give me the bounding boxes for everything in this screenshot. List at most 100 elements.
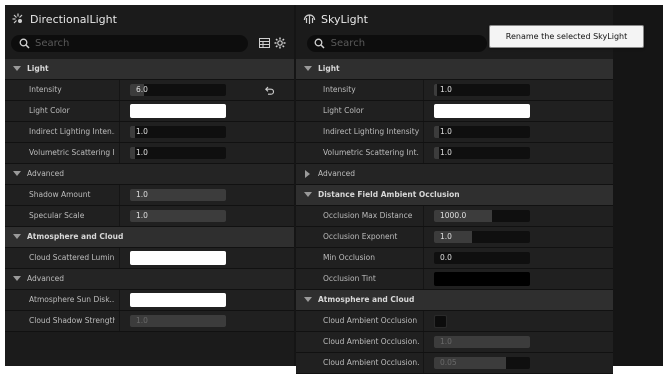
numeric-value-field[interactable]: 1.0 — [434, 336, 530, 348]
numeric-value-field[interactable]: 1000.0 — [434, 210, 530, 222]
directional-light-icon — [11, 12, 25, 26]
category-header[interactable]: Atmosphere and Cloud — [5, 227, 294, 248]
column-divider — [423, 332, 424, 352]
search-input[interactable] — [35, 38, 195, 49]
property-label: Occlusion Tint — [323, 274, 376, 283]
panel-title: SkyLight — [302, 9, 368, 29]
numeric-value: 1000.0 — [440, 211, 467, 220]
search-field[interactable] — [307, 35, 487, 52]
property-label: Cloud Scattered Lumin... — [29, 253, 115, 262]
property-label: Occlusion Exponent — [323, 232, 398, 241]
property-row: Cloud Ambient Occlusion — [296, 311, 613, 332]
numeric-value-field[interactable]: 1.0 — [130, 189, 226, 201]
numeric-value-field[interactable]: 0.05 — [434, 357, 530, 369]
chevron-down-icon[interactable] — [13, 234, 21, 239]
property-label: Indirect Lighting Intensity — [323, 127, 419, 136]
chevron-down-icon[interactable] — [304, 192, 312, 197]
column-divider — [423, 122, 424, 142]
category-header[interactable]: Light — [5, 59, 294, 80]
search-icon — [313, 37, 327, 51]
category-label: Advanced — [27, 274, 65, 283]
details-window: DirectionalLight Light Intensity 6.0 Light … — [5, 5, 663, 374]
reset-arrow-icon[interactable] — [263, 83, 277, 97]
property-label: Cloud Ambient Occlusion — [323, 316, 418, 325]
column-divider — [119, 290, 120, 310]
category-label: Light — [318, 64, 340, 73]
panel-title-label: SkyLight — [321, 12, 368, 26]
numeric-value: 1.0 — [440, 127, 452, 136]
chevron-down-icon[interactable] — [13, 171, 21, 176]
table-view-icon[interactable] — [257, 36, 271, 50]
chevron-down-icon[interactable] — [13, 66, 21, 71]
sky-light-icon — [302, 12, 316, 26]
numeric-value-field[interactable]: 1.0 — [130, 210, 226, 222]
chevron-down-icon[interactable] — [13, 276, 21, 281]
property-label: Cloud Ambient Occlusion... — [323, 337, 419, 346]
subcategory-header[interactable]: Advanced — [5, 164, 294, 185]
search-icon — [17, 37, 31, 51]
property-row: Indirect Lighting Inten... 1.0 — [5, 122, 294, 143]
property-label: Light Color — [29, 106, 70, 115]
numeric-value: 1.0 — [136, 211, 148, 220]
numeric-value: 1.0 — [440, 232, 452, 241]
property-label: Occlusion Max Distance — [323, 211, 413, 220]
numeric-value-field[interactable]: 1.0 — [434, 126, 530, 138]
property-row: Cloud Ambient Occlusion... 0.05 — [296, 353, 613, 374]
color-swatch[interactable] — [434, 272, 530, 286]
column-divider — [119, 185, 120, 205]
numeric-value-field[interactable]: 1.0 — [130, 147, 226, 159]
numeric-value: 1.0 — [136, 316, 148, 325]
chevron-down-icon[interactable] — [304, 66, 312, 71]
subcategory-header[interactable]: Advanced — [5, 269, 294, 290]
search-field[interactable] — [11, 35, 248, 52]
property-label: Shadow Amount — [29, 190, 91, 199]
property-row: Indirect Lighting Intensity 1.0 — [296, 122, 613, 143]
column-divider — [423, 248, 424, 268]
property-label: Volumetric Scattering I... — [29, 148, 115, 157]
numeric-value: 1.0 — [440, 85, 452, 94]
color-swatch[interactable] — [130, 104, 226, 118]
color-swatch[interactable] — [130, 251, 226, 265]
category-header[interactable]: Atmosphere and Cloud — [296, 290, 613, 311]
checkbox[interactable] — [434, 315, 447, 328]
column-divider — [119, 248, 120, 268]
property-row: Min Occlusion 0.0 — [296, 248, 613, 269]
property-row: Occlusion Tint — [296, 269, 613, 290]
value-slider-fill — [434, 126, 439, 138]
value-slider-fill — [434, 84, 437, 96]
color-swatch[interactable] — [434, 104, 530, 118]
subcategory-header[interactable]: Advanced — [296, 164, 613, 185]
numeric-value: 1.0 — [440, 337, 452, 346]
property-row: Cloud Shadow Strength 1.0 — [5, 311, 294, 332]
property-row: Intensity 6.0 — [5, 80, 294, 101]
column-divider — [423, 206, 424, 226]
numeric-value-field[interactable]: 1.0 — [130, 315, 226, 327]
category-label: Light — [27, 64, 49, 73]
numeric-value-field[interactable]: 1.0 — [434, 147, 530, 159]
property-label: Indirect Lighting Inten... — [29, 127, 115, 136]
directional-light-details-panel: DirectionalLight Light Intensity 6.0 Light … — [5, 5, 294, 366]
chevron-down-icon[interactable] — [304, 297, 312, 302]
property-label: Atmosphere Sun Disk... — [29, 295, 115, 304]
search-input[interactable] — [330, 38, 487, 49]
category-header[interactable]: Distance Field Ambient Occlusion — [296, 185, 613, 206]
gear-icon[interactable] — [273, 36, 287, 50]
numeric-value-field[interactable]: 0.0 — [434, 252, 530, 264]
property-row: Volumetric Scattering I... 1.0 — [5, 143, 294, 164]
category-label: Distance Field Ambient Occlusion — [318, 190, 460, 199]
property-row: Volumetric Scattering Int... 1.0 — [296, 143, 613, 164]
numeric-value-field[interactable]: 6.0 — [130, 84, 226, 96]
numeric-value-field[interactable]: 1.0 — [434, 231, 530, 243]
numeric-value-field[interactable]: 1.0 — [434, 84, 530, 96]
color-swatch[interactable] — [130, 293, 226, 307]
numeric-value-field[interactable]: 1.0 — [130, 126, 226, 138]
column-divider — [423, 143, 424, 163]
chevron-right-icon[interactable] — [305, 170, 310, 178]
column-divider — [119, 80, 120, 100]
column-divider — [119, 311, 120, 331]
category-header[interactable]: Light — [296, 59, 613, 80]
property-label: Intensity — [323, 85, 356, 94]
column-divider — [119, 101, 120, 121]
empty-area — [613, 5, 663, 366]
category-label: Atmosphere and Cloud — [27, 232, 124, 241]
